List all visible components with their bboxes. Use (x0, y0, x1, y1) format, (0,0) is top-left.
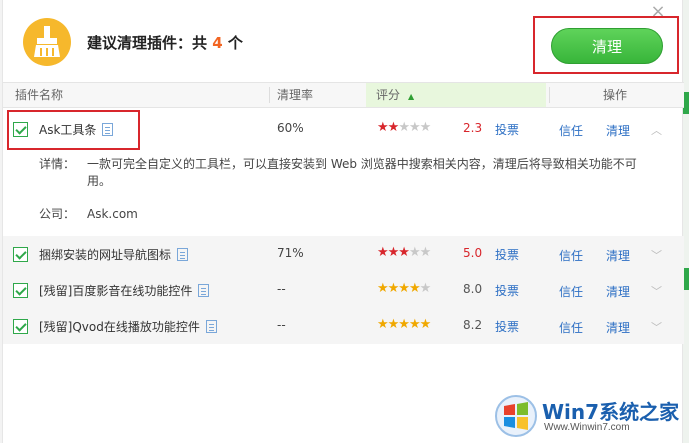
column-divider (549, 87, 550, 103)
star-rating: ★★★★★ (377, 281, 432, 296)
vote-link[interactable]: 投票 (495, 121, 519, 138)
column-name: 插件名称 (15, 88, 64, 102)
details-text: 一款可完全自定义的工具栏，可以直接安装到 Web 浏览器中搜索相关内容，清理后将… (87, 157, 637, 188)
plugin-count: 4 (212, 34, 223, 52)
star-empty-icon: ★★ (408, 245, 431, 260)
title-suffix: 个 (227, 34, 243, 52)
column-divider (269, 87, 270, 103)
plugin-name-text: 捆绑安装的网址导航图标 (39, 248, 172, 262)
dialog-title: 建议清理插件：共 4 个 (87, 32, 243, 53)
trust-link[interactable]: 信任 (559, 122, 583, 139)
windows-logo-icon (495, 395, 537, 437)
trust-link[interactable]: 信任 (559, 283, 583, 300)
company-value: Ask.com (87, 207, 138, 221)
score-value: 2.3 (463, 121, 483, 135)
plugin-name-text: [残留]百度影音在线功能控件 (39, 284, 193, 298)
column-rate: 清理率 (277, 88, 314, 102)
clean-plugins-dialog: 建议清理插件：共 4 个 × 清理 插件名称 清理率 评分 ▲ 操作 Ask工具条… (2, 0, 684, 443)
plugin-checkbox[interactable] (13, 283, 28, 298)
watermark-url: Www.Winwin7.com (544, 422, 630, 433)
star-empty-icon: ★ (419, 281, 432, 296)
broom-logo-icon (23, 18, 71, 66)
clean-rate: -- (277, 318, 286, 332)
chevron-down-icon[interactable]: ﹀ (651, 319, 662, 335)
clean-all-button[interactable]: 清理 (551, 28, 663, 64)
column-score-sort[interactable]: 评分 ▲ (366, 83, 546, 107)
plugin-checkbox[interactable] (13, 247, 28, 262)
document-icon[interactable] (205, 320, 217, 333)
star-rating: ★★★★★ (377, 245, 431, 260)
star-full-icon: ★★★★★ (377, 317, 431, 332)
plugin-row-nav: 捆绑安装的网址导航图标 71% ★★★★★ 5.0 投票 信任 清理 ﹀ (3, 236, 684, 272)
plugin-row-ask: Ask工具条 60% ★★★★★ 2.3 投票 信任 清理 ︿ 详情： 一款可完… (3, 110, 684, 236)
title-prefix: 建议清理插件：共 (87, 34, 208, 52)
dialog-header: 建议清理插件：共 4 个 × 清理 (3, 0, 684, 82)
plugin-name: [残留]Qvod在线播放功能控件 (39, 318, 217, 335)
clean-rate: -- (277, 282, 286, 296)
chevron-up-icon[interactable]: ︿ (651, 122, 662, 138)
clean-link[interactable]: 清理 (606, 319, 630, 336)
clean-link[interactable]: 清理 (606, 122, 630, 139)
star-full-icon: ★ (377, 120, 389, 135)
vote-link[interactable]: 投票 (495, 282, 519, 299)
star-full-icon: ★★★★ (377, 281, 421, 296)
document-icon[interactable] (198, 284, 210, 297)
star-full-icon: ★★★ (377, 245, 410, 260)
details-label: 详情： (39, 157, 76, 171)
plugin-row-baidu: [残留]百度影音在线功能控件 -- ★★★★★ 8.0 投票 信任 清理 ﹀ (3, 272, 684, 308)
chevron-down-icon[interactable]: ﹀ (651, 283, 662, 299)
watermark-brand: Win7系统之家 (542, 400, 680, 424)
clean-link[interactable]: 清理 (606, 283, 630, 300)
clean-rate: 60% (277, 121, 304, 135)
score-value: 8.2 (463, 318, 483, 332)
sort-up-icon: ▲ (408, 92, 415, 101)
company-label: 公司： (39, 207, 76, 221)
document-icon[interactable] (177, 248, 189, 261)
trust-link[interactable]: 信任 (559, 319, 583, 336)
plugin-name: 捆绑安装的网址导航图标 (39, 246, 189, 263)
plugin-name: [残留]百度影音在线功能控件 (39, 282, 210, 299)
highlight-box (7, 110, 140, 150)
star-rating: ★★★★★ (377, 120, 431, 135)
score-value: 5.0 (463, 246, 483, 260)
column-action: 操作 (603, 88, 628, 102)
watermark: Win7系统之家 Www.Winwin7.com (494, 390, 684, 440)
trust-link[interactable]: 信任 (559, 247, 583, 264)
star-empty-icon: ★★★ (398, 120, 431, 135)
star-half-icon: ★ (387, 120, 400, 135)
clean-link[interactable]: 清理 (606, 247, 630, 264)
column-score-label: 评分 (376, 88, 401, 102)
vote-link[interactable]: 投票 (495, 318, 519, 335)
plugin-checkbox[interactable] (13, 319, 28, 334)
plugin-row-qvod: [残留]Qvod在线播放功能控件 -- ★★★★★ 8.2 投票 信任 清理 ﹀ (3, 308, 684, 344)
chevron-down-icon[interactable]: ﹀ (651, 247, 662, 263)
table-header: 插件名称 清理率 评分 ▲ 操作 (3, 82, 684, 108)
score-value: 8.0 (463, 282, 483, 296)
plugin-name-text: [残留]Qvod在线播放功能控件 (39, 320, 200, 334)
clean-rate: 71% (277, 246, 304, 260)
star-rating: ★★★★★ (377, 317, 431, 332)
vote-link[interactable]: 投票 (495, 246, 519, 263)
